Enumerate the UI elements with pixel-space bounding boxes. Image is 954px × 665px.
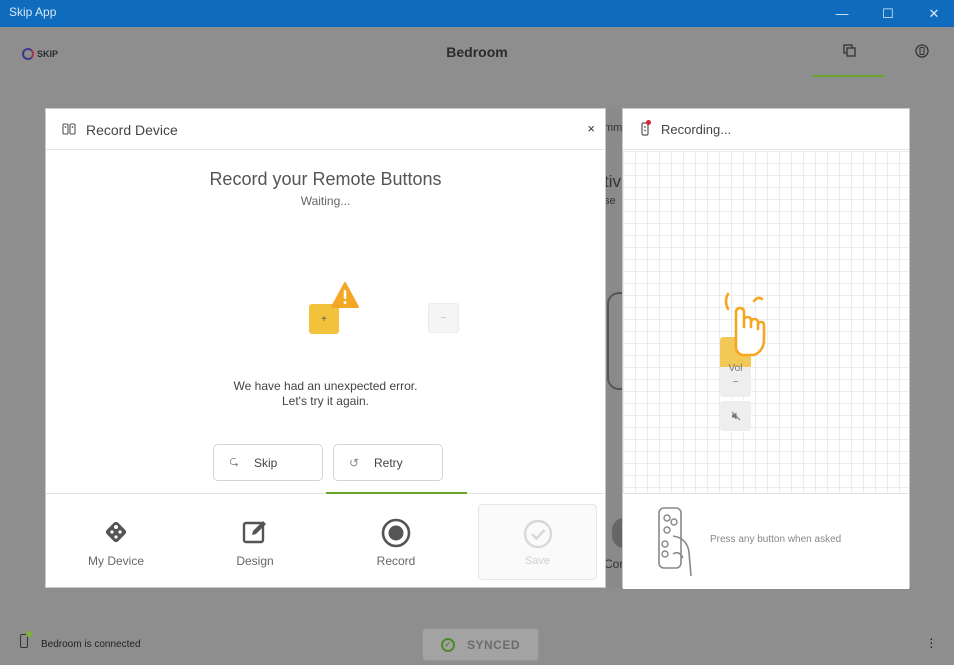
tab-save-label: Save xyxy=(524,555,551,567)
press-button-prompt: Press any button when asked xyxy=(710,534,842,545)
recording-title: Recording... xyxy=(661,122,732,137)
tab-record-label: Record xyxy=(376,554,416,568)
tab-design[interactable]: Design xyxy=(195,494,315,590)
room-title: Bedroom xyxy=(446,44,508,60)
remote-pair-icon xyxy=(62,123,76,138)
record-status: Waiting... xyxy=(300,194,351,208)
design-grid: Vol − xyxy=(623,151,909,493)
remote-diamond-icon xyxy=(56,518,176,553)
check-circle-icon xyxy=(479,519,596,556)
tab-my-device-label: My Device xyxy=(87,554,144,568)
mute-icon xyxy=(731,411,740,421)
error-message-line1: We have had an unexpected error. xyxy=(233,379,418,393)
dialog-title: Record Device xyxy=(86,122,178,138)
skip-button[interactable]: ⮎ Skip xyxy=(213,444,323,481)
hand-remote-icon xyxy=(658,507,692,577)
remote-settings-icon[interactable] xyxy=(913,44,931,62)
more-options-icon[interactable]: · · · xyxy=(929,631,934,653)
background-text-big: tiv xyxy=(604,172,621,191)
step-tabbar: My Device Design Record Save xyxy=(46,492,605,590)
retry-button[interactable]: ↺ Retry xyxy=(333,444,443,481)
synced-label: SYNCED xyxy=(466,637,520,652)
skip-label: Skip xyxy=(254,455,278,470)
mute-key xyxy=(720,401,751,431)
recording-footer: Press any button when asked xyxy=(623,493,909,589)
record-device-dialog: Record Device × Record your Remote Butto… xyxy=(45,108,606,588)
edit-icon xyxy=(195,518,315,553)
retry-label: Retry xyxy=(374,455,403,470)
background-text-top: mm xyxy=(604,122,623,134)
header-tab-indicator xyxy=(813,75,885,77)
maximize-button[interactable]: ☐ xyxy=(865,0,911,27)
tab-design-label: Design xyxy=(236,554,274,568)
minus-key: − xyxy=(428,303,459,333)
copy-icon[interactable] xyxy=(841,44,859,62)
dialog-header: Record Device × xyxy=(46,109,605,150)
connection-status: Bedroom is connected xyxy=(41,639,141,650)
window-titlebar: Skip App — ☐ ✕ xyxy=(0,0,954,27)
record-icon xyxy=(336,518,456,555)
pointing-hand-icon xyxy=(724,292,766,357)
dialog-close-button[interactable]: × xyxy=(587,121,595,136)
record-heading: Record your Remote Buttons xyxy=(209,169,442,189)
background-text-bottom: Cor xyxy=(604,557,624,571)
synced-button[interactable]: ✓ SYNCED xyxy=(422,628,539,661)
tab-my-device[interactable]: My Device xyxy=(56,494,176,590)
close-window-button[interactable]: ✕ xyxy=(911,0,954,27)
recording-header: Recording... xyxy=(623,109,909,150)
recording-dot-icon xyxy=(646,120,651,125)
volume-label: Vol xyxy=(728,363,743,374)
tab-save[interactable]: Save xyxy=(478,504,597,580)
tab-record[interactable]: Record xyxy=(336,494,456,590)
minimize-button[interactable]: — xyxy=(819,0,865,27)
warning-icon xyxy=(331,282,359,308)
skip-arrow-icon: ⮎ xyxy=(229,454,239,468)
retry-icon: ↺ xyxy=(348,455,360,470)
volume-minus-label: − xyxy=(732,377,739,388)
check-icon: ✓ xyxy=(440,637,455,652)
connected-dot-icon xyxy=(26,631,32,637)
plus-key: + xyxy=(309,304,339,334)
error-message-line2: Let's try it again. xyxy=(282,394,369,408)
window-title: Skip App xyxy=(9,5,57,19)
recording-panel: Recording... Vol − Press any button when… xyxy=(622,108,910,589)
